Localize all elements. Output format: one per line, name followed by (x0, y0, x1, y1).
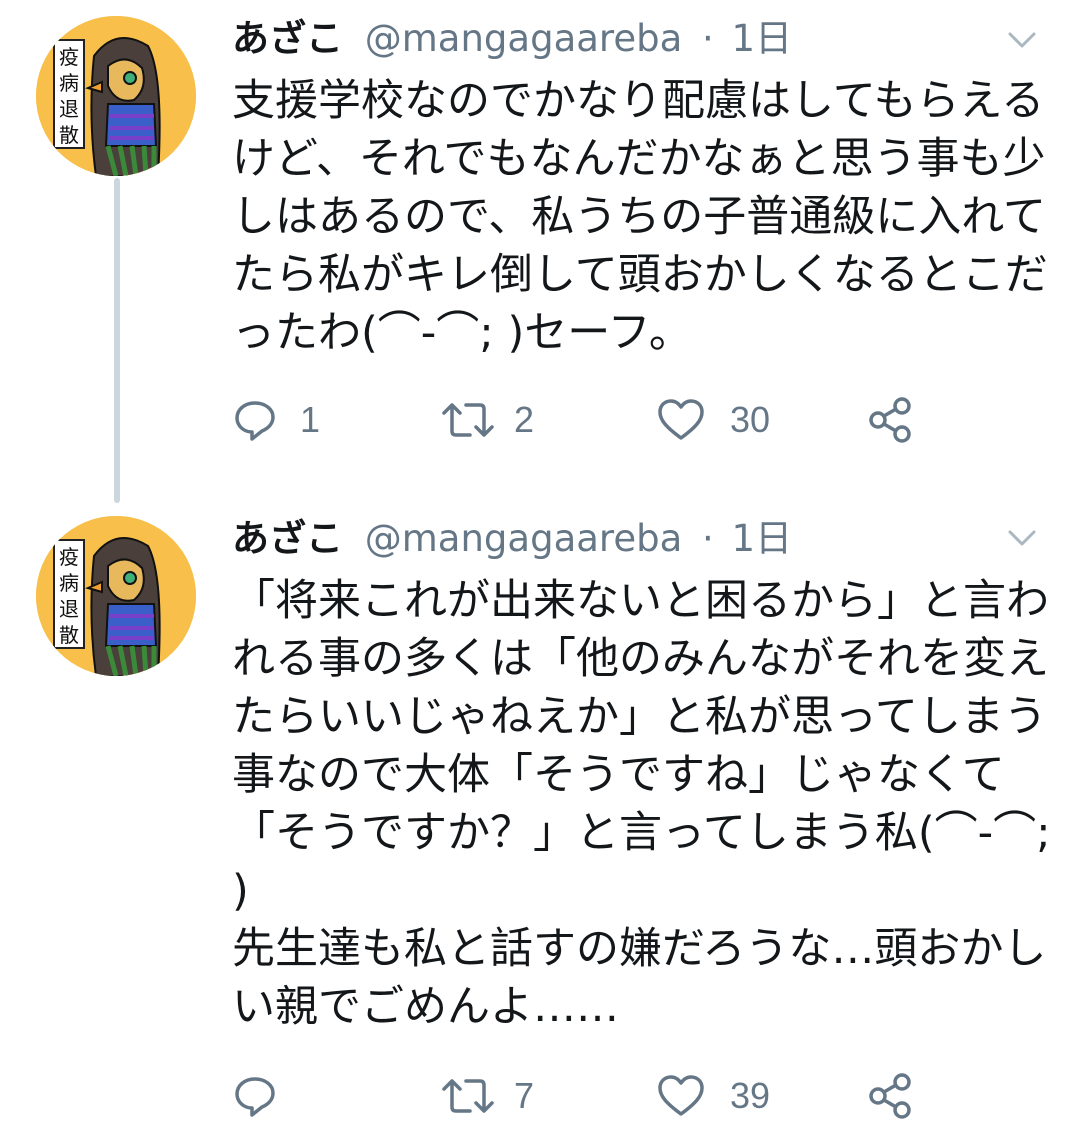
author-name[interactable]: あざこ (232, 17, 343, 60)
avatar-char-2: 病 (59, 571, 79, 595)
tweet-text: 「将来これが出来ないと困るから」と言われる事の多くは「他のみんながそれを変えたら… (232, 576, 1051, 1032)
retweet-button[interactable]: 7 (440, 1068, 534, 1124)
separator-dot: · (702, 17, 714, 60)
avatar-char-3: 退 (59, 97, 79, 121)
tweet-header: あざこ @mangagaareba · 1日 (232, 14, 792, 64)
share-icon (866, 395, 916, 445)
retweet-icon (440, 1073, 496, 1119)
author-handle[interactable]: @mangagaareba (365, 517, 682, 560)
avatar[interactable]: 疫 病 退 散 (36, 16, 196, 176)
avatar-char-4: 散 (59, 623, 79, 647)
avatar-char-1: 疫 (59, 45, 79, 69)
avatar[interactable]: 疫 病 退 散 (36, 516, 196, 676)
share-button[interactable] (866, 392, 916, 448)
author-handle[interactable]: @mangagaareba (365, 17, 682, 60)
like-count: 30 (730, 399, 771, 440)
avatar-char-2: 病 (59, 71, 79, 95)
avatar-char-4: 散 (59, 123, 79, 147)
retweet-count: 2 (514, 399, 535, 440)
reply-button[interactable] (232, 1068, 300, 1124)
avatar-char-1: 疫 (59, 545, 79, 569)
share-button[interactable] (866, 1068, 916, 1124)
avatar-char-3: 退 (59, 597, 79, 621)
reply-icon (232, 397, 278, 443)
tweet-actions: 7 39 (0, 1068, 1080, 1124)
retweet-count: 7 (514, 1075, 535, 1116)
retweet-icon (440, 397, 496, 443)
heart-icon (656, 1073, 706, 1119)
tweet-time[interactable]: 1日 (732, 17, 793, 60)
heart-icon (656, 397, 706, 443)
like-button[interactable]: 39 (656, 1068, 770, 1124)
separator-dot: · (702, 517, 714, 560)
like-count: 39 (730, 1075, 771, 1116)
thread-connector-line (114, 178, 120, 503)
chevron-down-icon[interactable] (1002, 20, 1042, 60)
tweet-actions: 1 2 30 (0, 392, 1080, 448)
reply-button[interactable]: 1 (232, 392, 320, 448)
reply-count: 1 (300, 399, 321, 440)
retweet-button[interactable]: 2 (440, 392, 534, 448)
like-button[interactable]: 30 (656, 392, 770, 448)
share-icon (866, 1071, 916, 1121)
reply-icon (232, 1073, 278, 1119)
tweet-time[interactable]: 1日 (732, 517, 793, 560)
tweet-header: あざこ @mangagaareba · 1日 (232, 514, 792, 564)
author-name[interactable]: あざこ (232, 517, 343, 560)
chevron-down-icon[interactable] (1002, 518, 1042, 558)
tweet-text: 支援学校なのでかなり配慮はしてもらえるけど、それでもなんだかなぁと思う事も少しは… (232, 76, 1048, 358)
